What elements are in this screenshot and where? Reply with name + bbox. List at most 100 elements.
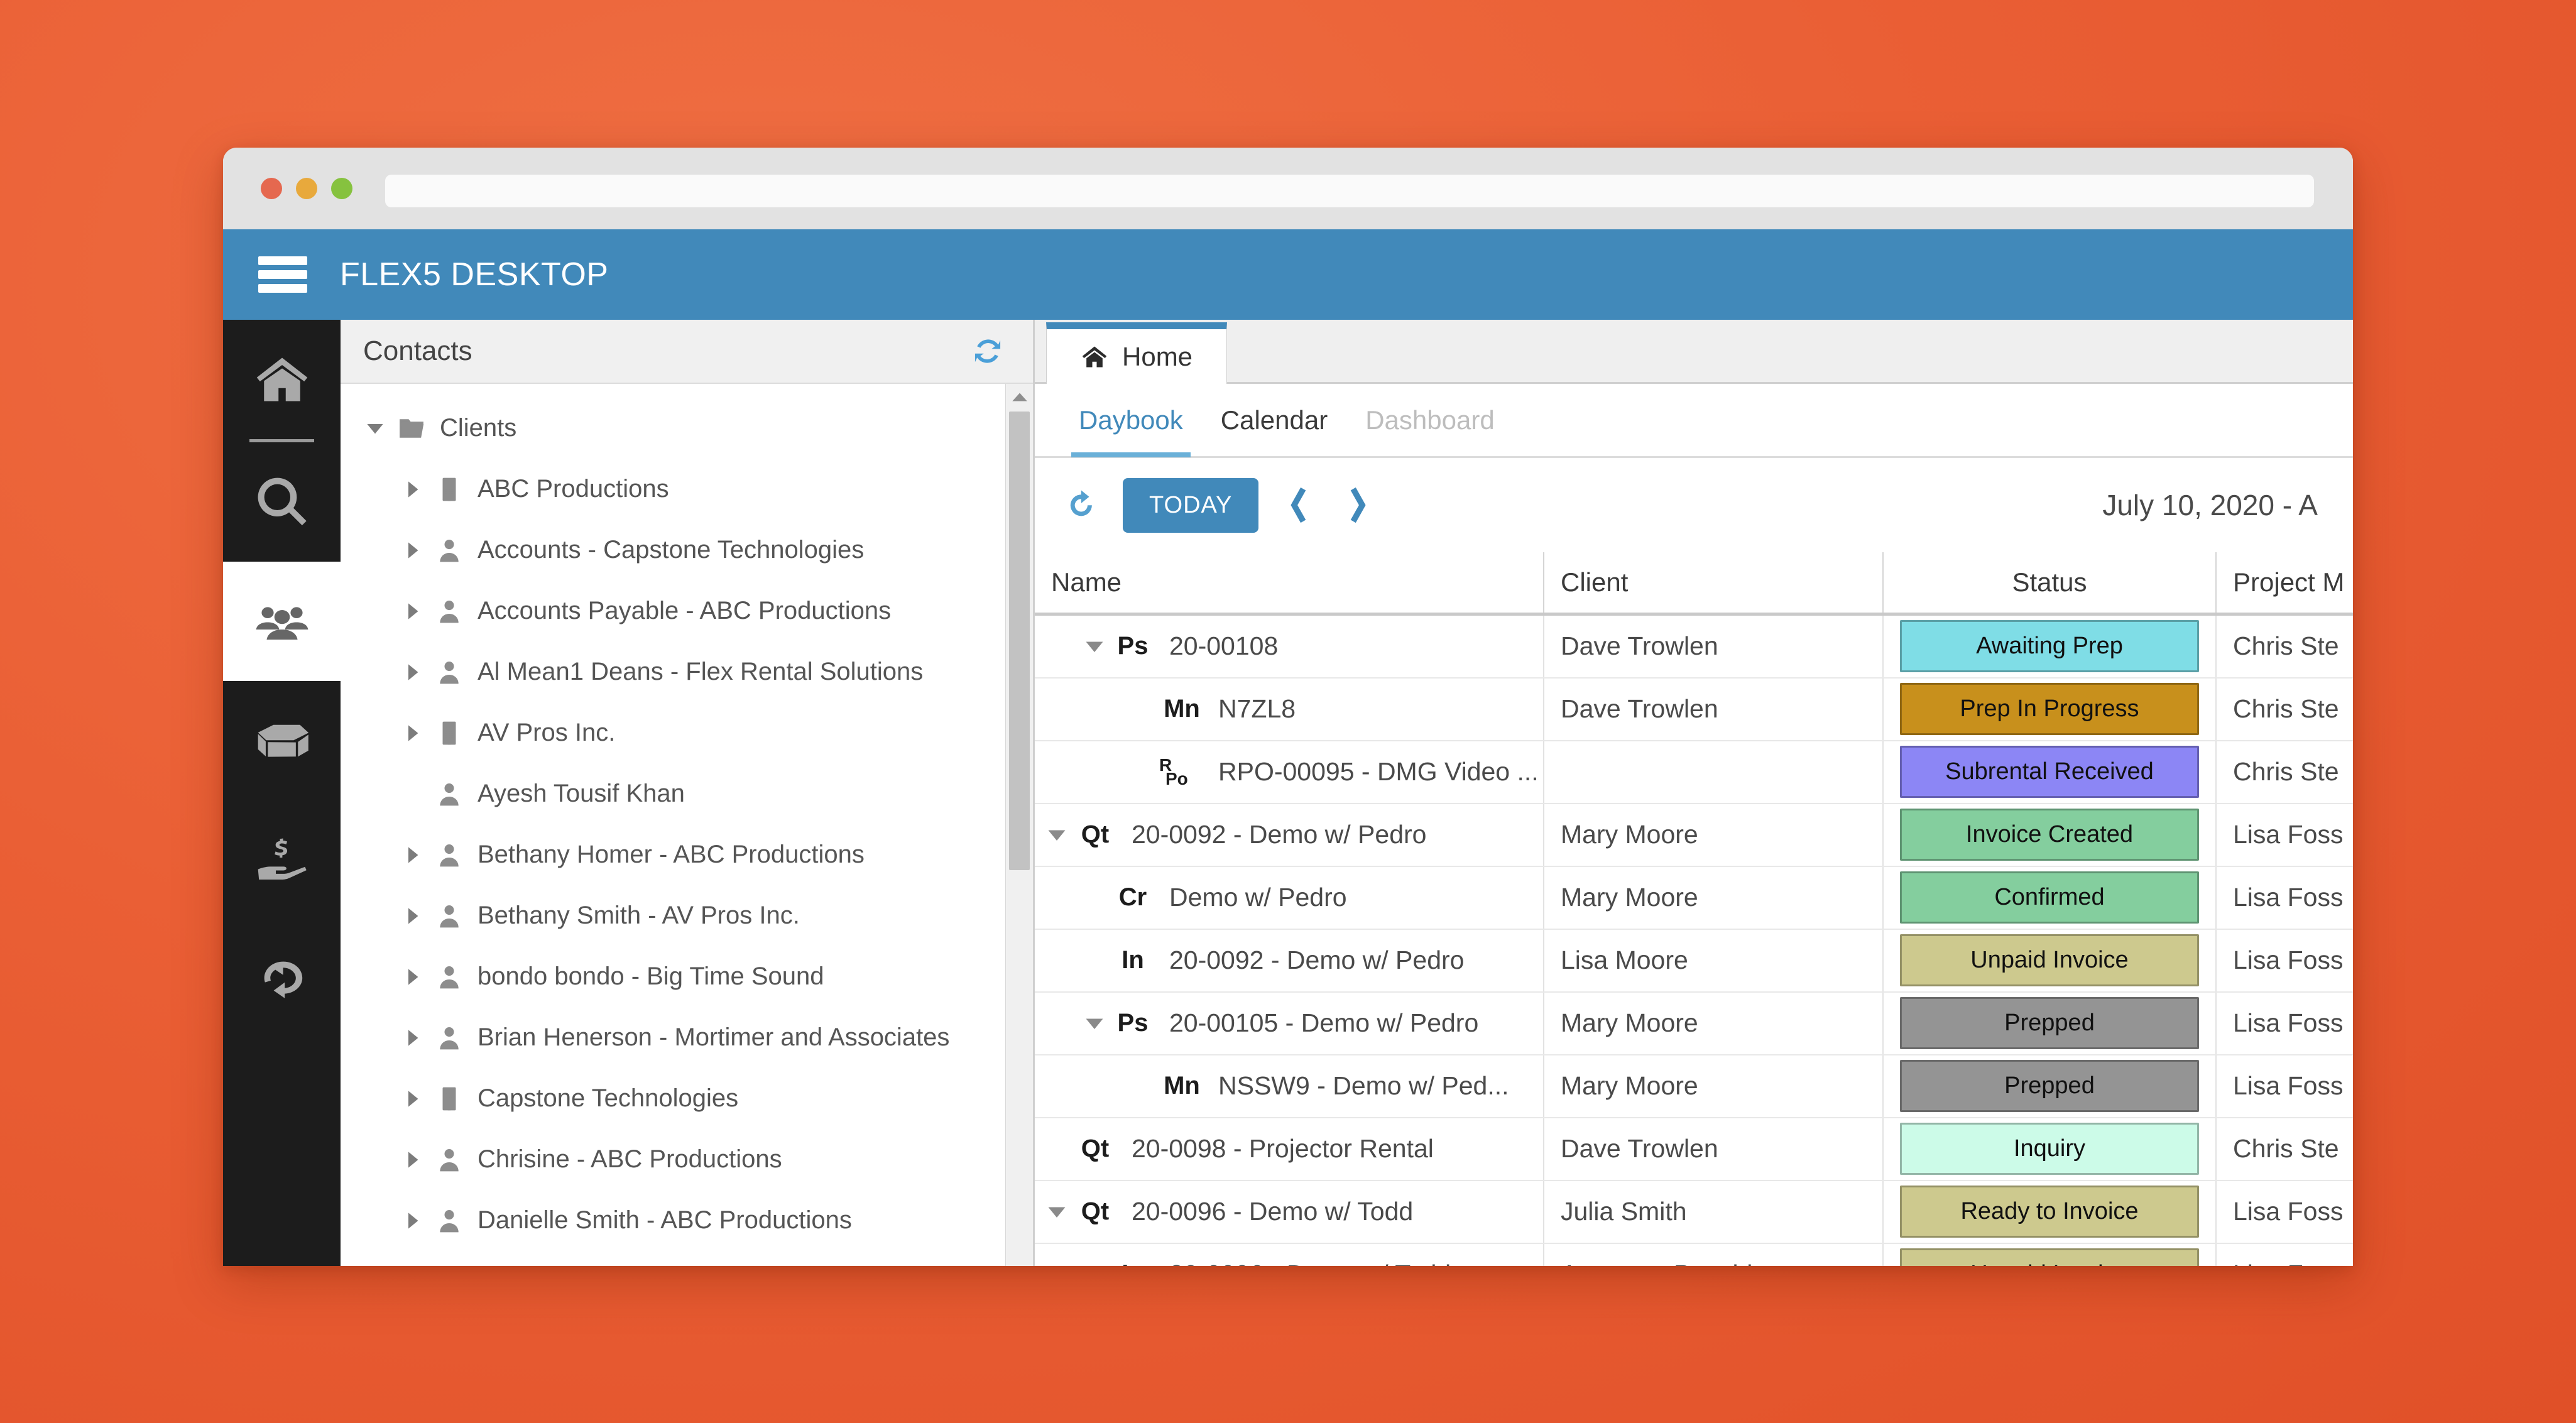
refresh-icon[interactable] [970, 334, 1005, 369]
column-header-status[interactable]: Status [1883, 552, 2217, 616]
contacts-tree: Clients ABC Productions Accounts - Capston… [341, 384, 1033, 1266]
minimize-button[interactable] [296, 178, 317, 199]
twisty-right-icon[interactable] [396, 481, 430, 498]
contacts-tree-item[interactable]: Al Mean1 Deans - Flex Rental Solutions [341, 641, 1033, 702]
contacts-tree-item[interactable]: ABC Productions [341, 459, 1033, 520]
table-row[interactable]: Ps 20-00105 - Demo w/ Pedro Mary Moore Prep… [1035, 991, 2353, 1055]
twisty-right-icon[interactable] [396, 602, 430, 620]
table-row[interactable]: In 20-0092 - Demo w/ Pedro Lisa Moore Unpai… [1035, 929, 2353, 993]
daybook-table: Name Client Status Project M Ps 20-00108 D… [1035, 552, 2353, 1266]
twisty-right-icon[interactable] [396, 542, 430, 559]
close-button[interactable] [261, 178, 282, 199]
status-badge[interactable]: Prepped [1900, 1060, 2199, 1112]
contacts-scrollbar[interactable] [1005, 384, 1033, 1266]
column-header-name[interactable]: Name [1035, 552, 1544, 616]
status-badge[interactable]: Subrental Received [1900, 746, 2199, 798]
person-icon [430, 780, 469, 809]
contacts-tree-item[interactable]: Dave Williams - DWAV [341, 1251, 1033, 1266]
cell-name: Qt 20-0092 - Demo w/ Pedro [1035, 803, 1544, 867]
contacts-tree-item[interactable]: Clients [341, 398, 1033, 459]
rail-item-financials[interactable] [223, 800, 341, 920]
table-row[interactable]: Ps 20-00108 Dave Trowlen Awaiting Prep Chris… [1035, 614, 2353, 679]
table-row[interactable]: Qt 20-0096 - Demo w/ Todd Julia Smith Ready… [1035, 1180, 2353, 1244]
rail-item-inventory[interactable] [223, 681, 341, 800]
status-badge[interactable]: Ready to Invoice [1900, 1186, 2199, 1238]
rail-item-search[interactable] [223, 442, 341, 562]
row-name-label: 20-0096 - Demo w/ Todd [1132, 1197, 1414, 1226]
twisty-right-icon[interactable] [396, 1212, 430, 1229]
contacts-tree-item[interactable]: Bethany Homer - ABC Productions [341, 824, 1033, 885]
sub-tab-daybook[interactable]: Daybook [1060, 383, 1202, 457]
row-type-badge: R Po [1159, 755, 1188, 788]
contacts-tree-item[interactable]: Capstone Technologies [341, 1068, 1033, 1129]
tab-home[interactable]: Home [1046, 322, 1228, 384]
contacts-tree-item[interactable]: Brian Henerson - Mortimer and Associates [341, 1007, 1033, 1068]
row-twisty-down-icon[interactable] [1080, 1017, 1109, 1030]
table-row[interactable]: In20-0096 - Demo w/ ToddAccounts Payable… [1035, 1243, 2353, 1266]
next-period-button[interactable] [1339, 483, 1377, 528]
app-title: FLEX5 DESKTOP [340, 256, 609, 293]
column-header-client[interactable]: Client [1544, 552, 1884, 616]
hamburger-menu-icon[interactable] [258, 256, 307, 293]
status-badge[interactable]: Confirmed [1900, 871, 2199, 924]
scroll-up-arrow-icon[interactable] [1006, 384, 1033, 410]
twisty-right-icon[interactable] [396, 846, 430, 864]
contacts-tree-item[interactable]: AV Pros Inc. [341, 702, 1033, 763]
home-icon [1082, 346, 1107, 367]
rail-item-contacts[interactable] [223, 562, 341, 681]
contacts-tree-item[interactable]: Accounts Payable - ABC Productions [341, 581, 1033, 641]
status-badge[interactable]: Unpaid Invoice [1900, 934, 2199, 986]
twisty-right-icon[interactable] [396, 907, 430, 925]
twisty-right-icon[interactable] [396, 663, 430, 681]
twisty-right-icon[interactable] [396, 968, 430, 986]
row-name-label: RPO-00095 - DMG Video ... [1218, 757, 1539, 786]
column-header-project-manager[interactable]: Project M [2216, 552, 2353, 616]
status-badge[interactable]: Prepped [1900, 997, 2199, 1049]
row-twisty-down-icon[interactable] [1042, 828, 1071, 842]
cell-status: Unpaid Invoice [1883, 1243, 2217, 1266]
twisty-right-icon[interactable] [396, 1151, 430, 1169]
twisty-right-icon[interactable] [396, 1029, 430, 1047]
rail-item-history[interactable] [223, 920, 341, 1039]
contacts-tree-item[interactable]: Danielle Smith - ABC Productions [341, 1190, 1033, 1251]
scrollbar-thumb[interactable] [1009, 412, 1030, 870]
contacts-tree-item[interactable]: Bethany Smith - AV Pros Inc. [341, 885, 1033, 946]
table-row[interactable]: Qt 20-0098 - Projector Rental Dave Trowlen… [1035, 1117, 2353, 1181]
address-bar[interactable] [385, 175, 2314, 207]
person-icon [430, 1206, 469, 1235]
table-row[interactable]: Qt 20-0092 - Demo w/ Pedro Mary Moore Invoi… [1035, 803, 2353, 867]
date-range-label: July 10, 2020 - A [2102, 489, 2318, 521]
row-twisty-down-icon[interactable] [1042, 1205, 1071, 1219]
row-type-badge: Qt [1081, 1135, 1110, 1162]
cell-name: Mn N7ZL8 [1035, 677, 1544, 741]
table-row[interactable]: Mn NSSW9 - Demo w/ Ped... Mary Moore Preppe… [1035, 1054, 2353, 1118]
status-badge[interactable]: Invoice Created [1900, 809, 2199, 861]
contacts-panel-title: Contacts [363, 335, 472, 366]
refresh-icon[interactable] [1060, 484, 1101, 526]
table-row[interactable]: Mn N7ZL8 Dave Trowlen Prep In Progress Chris… [1035, 677, 2353, 741]
cell-client [1544, 740, 1884, 804]
contacts-tree-item[interactable]: Accounts - Capstone Technologies [341, 520, 1033, 581]
prev-period-button[interactable] [1280, 483, 1318, 528]
twisty-right-icon[interactable] [396, 1090, 430, 1108]
status-badge[interactable]: Inquiry [1900, 1123, 2199, 1175]
contacts-tree-item[interactable]: Chrisine - ABC Productions [341, 1129, 1033, 1190]
twisty-right-icon[interactable] [396, 724, 430, 742]
status-badge[interactable]: Awaiting Prep [1900, 620, 2199, 672]
contacts-tree-item[interactable]: bondo bondo - Big Time Sound [341, 946, 1033, 1007]
status-badge[interactable]: Unpaid Invoice [1900, 1248, 2199, 1266]
twisty-down-icon[interactable] [358, 420, 392, 437]
contacts-tree-item[interactable]: Ayesh Tousif Khan [341, 763, 1033, 824]
rail-item-home[interactable] [223, 320, 341, 439]
contacts-tree-item-label: Chrisine - ABC Productions [478, 1145, 782, 1173]
sub-tab-calendar[interactable]: Calendar [1202, 383, 1346, 457]
table-row[interactable]: Cr Demo w/ Pedro Mary Moore Confirmed Lisa F… [1035, 866, 2353, 930]
table-row[interactable]: R Po RPO-00095 - DMG Video ... Subrental Re… [1035, 740, 2353, 804]
row-twisty-down-icon[interactable] [1080, 640, 1109, 653]
maximize-button[interactable] [331, 178, 352, 199]
today-button[interactable]: TODAY [1123, 477, 1259, 533]
status-badge[interactable]: Prep In Progress [1900, 683, 2199, 735]
row-name-label: N7ZL8 [1218, 694, 1296, 723]
person-icon [430, 902, 469, 930]
cell-project-manager: Chris Ste [2216, 1117, 2353, 1181]
